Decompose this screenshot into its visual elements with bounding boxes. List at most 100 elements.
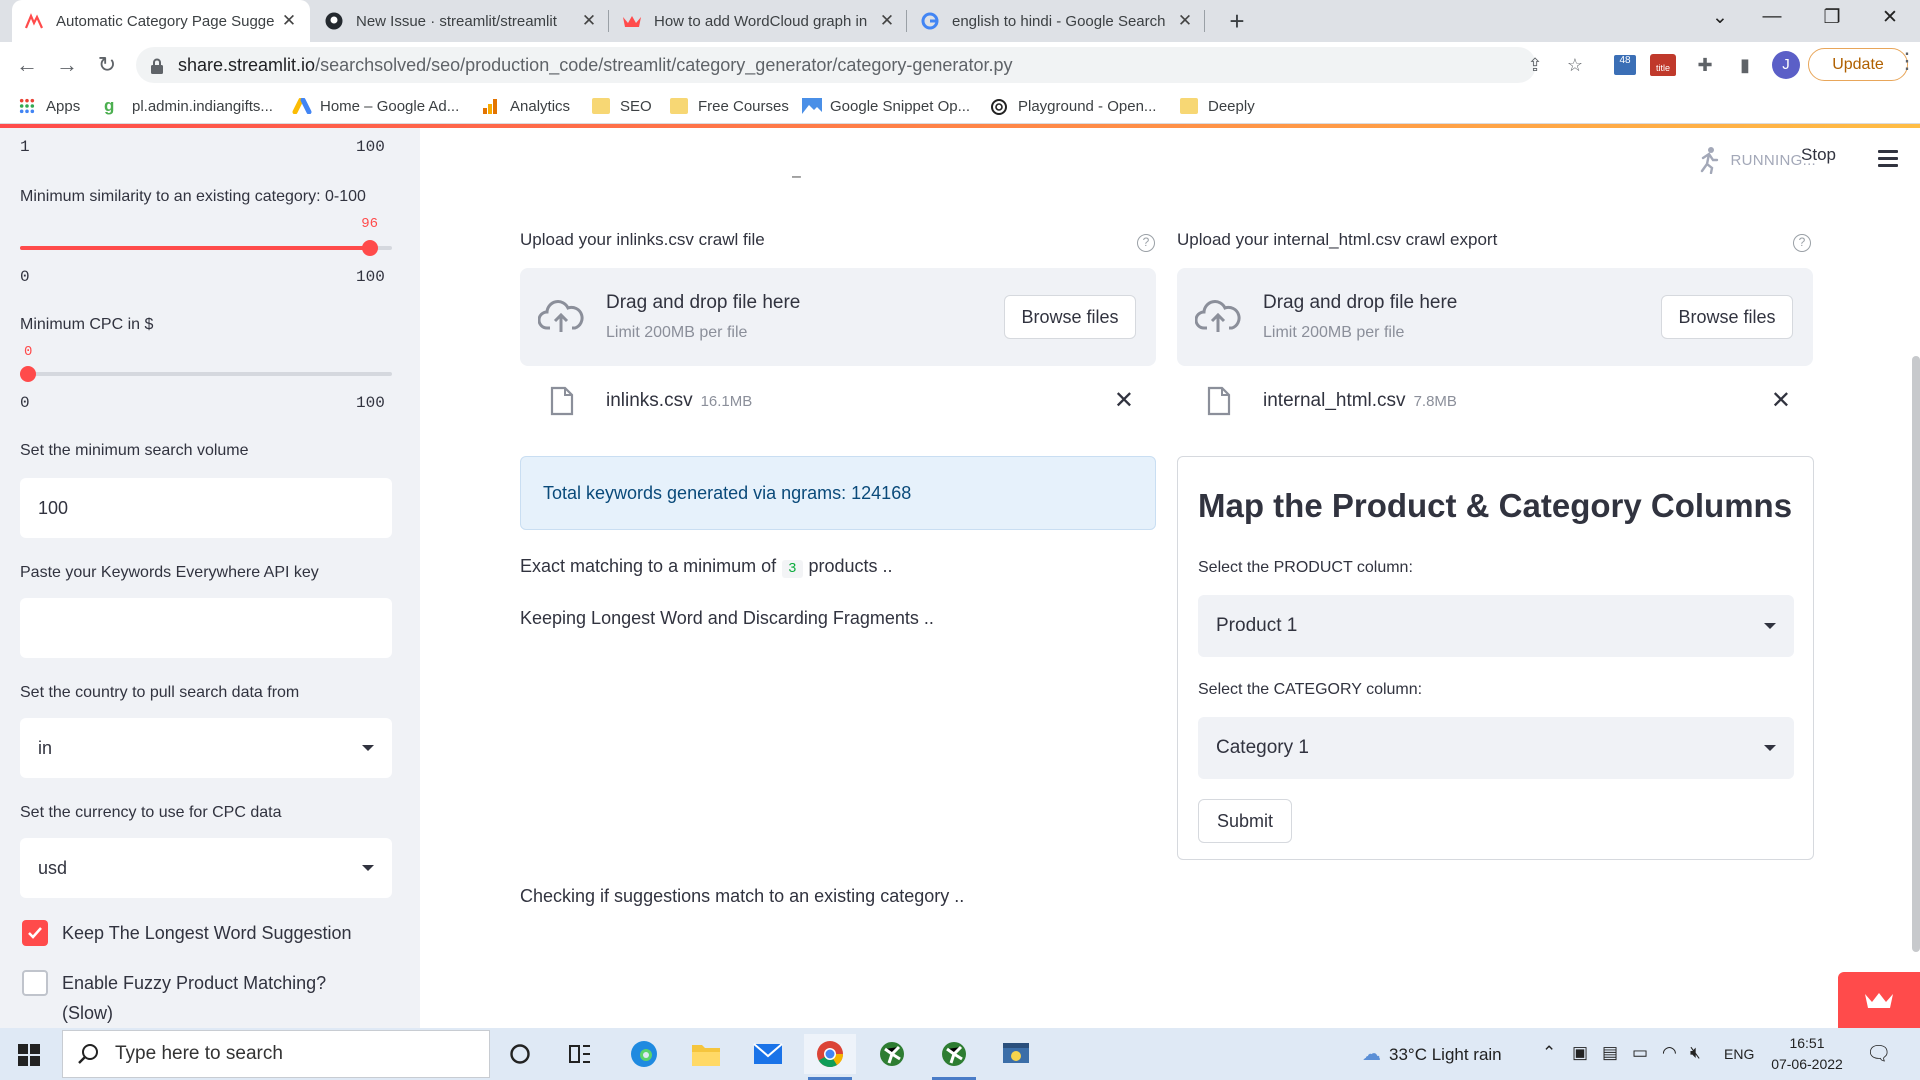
weather-widget[interactable]: ☁ 33°C Light rain xyxy=(1362,1043,1502,1066)
similarity-slider[interactable] xyxy=(20,240,392,256)
maximize-button[interactable]: ❐ xyxy=(1812,6,1852,29)
reload-icon[interactable]: ↻ xyxy=(92,50,122,80)
python-app-icon[interactable] xyxy=(990,1034,1042,1074)
apps-grid-icon xyxy=(18,98,36,114)
share-icon[interactable]: ⇪ xyxy=(1522,52,1548,78)
browse-files-button[interactable]: Browse files xyxy=(1004,295,1136,339)
title-extension-icon[interactable]: title xyxy=(1650,52,1676,78)
kebab-menu-icon[interactable]: ⋮ xyxy=(1896,48,1918,74)
tab-github-issue[interactable]: New Issue · streamlit/streamlit ✕ xyxy=(312,0,610,42)
submit-button[interactable]: Submit xyxy=(1198,799,1292,843)
slider-thumb[interactable] xyxy=(20,366,36,382)
hamburger-menu-icon[interactable] xyxy=(1878,150,1898,171)
internal-html-dropzone[interactable]: Drag and drop file here Limit 200MB per … xyxy=(1177,268,1813,366)
similarity-label: Minimum similarity to an existing catego… xyxy=(20,188,366,205)
bookmark-deeply[interactable]: Deeply xyxy=(1180,96,1255,116)
forward-arrow-icon[interactable]: → xyxy=(52,50,82,80)
category-column-select[interactable]: Category 1 xyxy=(1198,717,1794,779)
tray-device-icon[interactable]: ▣ xyxy=(1572,1043,1588,1063)
battery-icon[interactable]: ▭ xyxy=(1632,1043,1648,1063)
checking-suggestions-text: Checking if suggestions match to an exis… xyxy=(520,886,965,906)
app-icon-green-1[interactable] xyxy=(866,1034,918,1074)
file-explorer-icon[interactable] xyxy=(680,1034,732,1074)
browse-files-button[interactable]: Browse files xyxy=(1661,295,1793,339)
bookmark-snippet[interactable]: Google Snippet Op... xyxy=(802,96,970,116)
help-icon[interactable]: ? xyxy=(1793,234,1811,252)
chrome-taskbar-icon[interactable] xyxy=(804,1034,856,1080)
product-column-select[interactable]: Product 1 xyxy=(1198,595,1794,657)
bookmark-free-courses[interactable]: Free Courses xyxy=(670,96,789,116)
bookmark-admin[interactable]: g pl.admin.indiangifts... xyxy=(104,96,273,116)
currency-select[interactable]: usd xyxy=(20,838,392,898)
volume-muted-icon[interactable]: 🔇︎ xyxy=(1690,1043,1701,1063)
cortana-icon[interactable] xyxy=(494,1034,546,1074)
google-ads-icon xyxy=(292,97,312,115)
country-select[interactable]: in xyxy=(20,718,392,778)
tab-search-chevron-icon[interactable]: ⌄ xyxy=(1700,6,1740,29)
api-key-input[interactable] xyxy=(20,598,392,658)
checkbox-checked[interactable] xyxy=(22,920,48,946)
browser-toolbar: ← → ↻ share.streamlit.io/searchsolved/se… xyxy=(0,42,1920,88)
tab-separator xyxy=(1204,10,1205,32)
bookmark-seo[interactable]: SEO xyxy=(592,96,652,116)
update-button[interactable]: Update xyxy=(1808,48,1908,81)
streamlit-crown-icon[interactable] xyxy=(1838,972,1920,1028)
close-tab-icon[interactable]: ✕ xyxy=(1176,11,1194,31)
back-arrow-icon[interactable]: ← xyxy=(12,50,42,80)
tab-google-search[interactable]: english to hindi - Google Search ✕ xyxy=(908,0,1206,42)
search-volume-input[interactable]: 100 xyxy=(20,478,392,538)
tray-meet-icon[interactable]: ▤ xyxy=(1602,1043,1618,1063)
longest-word-checkbox-row[interactable]: Keep The Longest Word Suggestion xyxy=(22,918,352,948)
help-icon[interactable]: ? xyxy=(1137,234,1155,252)
mail-icon[interactable] xyxy=(742,1034,794,1074)
slider-thumb[interactable] xyxy=(361,240,378,256)
address-bar[interactable]: share.streamlit.io/searchsolved/seo/prod… xyxy=(136,47,1536,83)
drag-drop-text: Drag and drop file here xyxy=(606,292,801,313)
tab-wordcloud[interactable]: How to add WordCloud graph in ✕ xyxy=(610,0,908,42)
edge-browser-icon[interactable] xyxy=(618,1034,670,1074)
streamlit-crown-favicon xyxy=(622,11,642,31)
api-key-label: Paste your Keywords Everywhere API key xyxy=(20,564,319,581)
task-view-icon[interactable] xyxy=(554,1034,606,1074)
wifi-icon[interactable]: ◠ xyxy=(1662,1043,1677,1063)
bookmark-playground[interactable]: Playground - Open... xyxy=(990,96,1156,116)
taskbar-clock[interactable]: 16:51 07-06-2022 xyxy=(1764,1033,1850,1075)
language-indicator[interactable]: ENG xyxy=(1724,1046,1754,1062)
tab-streamlit-app[interactable]: Automatic Category Page Sugge ✕ xyxy=(12,0,310,42)
new-tab-button[interactable]: + xyxy=(1222,6,1252,37)
page-scrollbar[interactable] xyxy=(1912,356,1920,952)
caret-down-icon xyxy=(362,745,374,751)
currency-value: usd xyxy=(38,857,68,878)
remove-file-icon[interactable]: ✕ xyxy=(1114,386,1134,415)
bookmark-apps[interactable]: Apps xyxy=(18,96,80,116)
tray-chevron-up-icon[interactable]: ⌃ xyxy=(1542,1043,1556,1063)
checkbox-unchecked[interactable] xyxy=(22,970,48,996)
github-favicon xyxy=(324,11,344,31)
inlinks-dropzone[interactable]: Drag and drop file here Limit 200MB per … xyxy=(520,268,1156,366)
app-icon-green-2[interactable] xyxy=(928,1034,980,1080)
form-title: Map the Product & Category Columns xyxy=(1198,487,1793,524)
remove-file-icon[interactable]: ✕ xyxy=(1771,386,1791,415)
extension-badge-icon[interactable]: 48 xyxy=(1612,52,1638,78)
profile-avatar[interactable]: J xyxy=(1772,51,1800,79)
taskbar-search-box[interactable]: Type here to search xyxy=(62,1030,490,1078)
close-tab-icon[interactable]: ✕ xyxy=(280,11,298,31)
close-tab-icon[interactable]: ✕ xyxy=(878,11,896,31)
fuzzy-label-suffix: (Slow) xyxy=(62,1003,114,1023)
tab-title: How to add WordCloud graph in xyxy=(654,12,868,30)
bookmark-analytics[interactable]: Analytics xyxy=(482,96,570,116)
notifications-icon[interactable]: 🗨︎ xyxy=(1866,1041,1891,1066)
cpc-slider[interactable] xyxy=(20,366,392,382)
close-tab-icon[interactable]: ✕ xyxy=(580,11,598,31)
minimize-button[interactable]: — xyxy=(1752,6,1792,28)
side-panel-icon[interactable]: ▮ xyxy=(1732,52,1758,78)
windows-start-icon[interactable] xyxy=(18,1044,40,1071)
bookmark-google-ads[interactable]: Home – Google Ad... xyxy=(292,96,459,116)
close-window-button[interactable]: ✕ xyxy=(1870,6,1910,29)
stop-button[interactable]: Stop xyxy=(1801,145,1836,165)
column-mapping-form: Map the Product & Category Columns Selec… xyxy=(1177,456,1814,860)
bookmark-star-icon[interactable]: ☆ xyxy=(1562,52,1588,78)
fuzzy-checkbox-row[interactable]: Enable Fuzzy Product Matching? (Slow) xyxy=(22,968,326,1028)
main-area: RUNNING... Stop – Upload your inlinks.cs… xyxy=(420,128,1920,1028)
puzzle-extensions-icon[interactable]: ✚ xyxy=(1692,52,1718,78)
